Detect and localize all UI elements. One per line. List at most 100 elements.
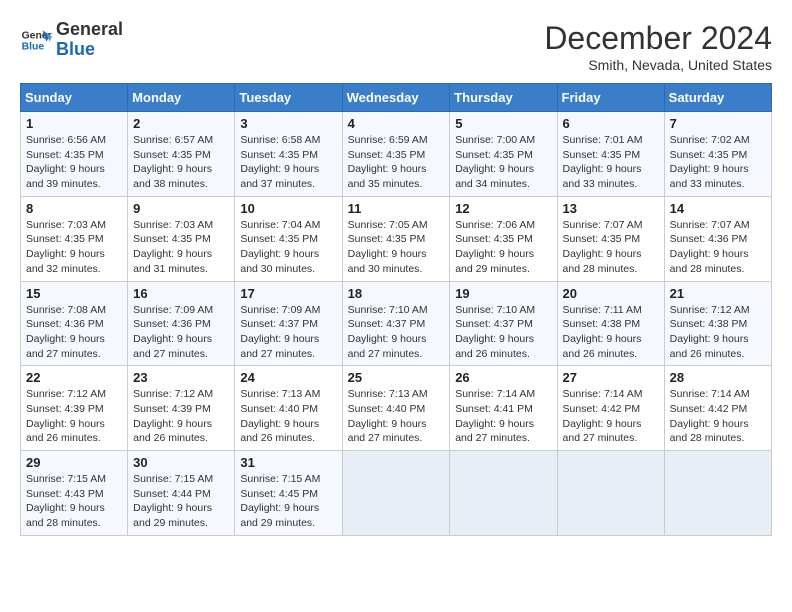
calendar-cell: 5 Sunrise: 7:00 AMSunset: 4:35 PMDayligh… <box>450 112 557 197</box>
calendar-cell: 26 Sunrise: 7:14 AMSunset: 4:41 PMDaylig… <box>450 366 557 451</box>
day-detail: Sunrise: 7:05 AMSunset: 4:35 PMDaylight:… <box>348 219 428 275</box>
calendar-cell: 23 Sunrise: 7:12 AMSunset: 4:39 PMDaylig… <box>128 366 235 451</box>
day-detail: Sunrise: 7:12 AMSunset: 4:39 PMDaylight:… <box>26 388 106 444</box>
day-detail: Sunrise: 7:01 AMSunset: 4:35 PMDaylight:… <box>563 134 643 190</box>
calendar-cell: 14 Sunrise: 7:07 AMSunset: 4:36 PMDaylig… <box>664 196 771 281</box>
day-detail: Sunrise: 7:07 AMSunset: 4:35 PMDaylight:… <box>563 219 643 275</box>
day-detail: Sunrise: 7:00 AMSunset: 4:35 PMDaylight:… <box>455 134 535 190</box>
svg-text:Blue: Blue <box>22 41 45 52</box>
day-detail: Sunrise: 6:58 AMSunset: 4:35 PMDaylight:… <box>240 134 320 190</box>
calendar-cell: 4 Sunrise: 6:59 AMSunset: 4:35 PMDayligh… <box>342 112 450 197</box>
calendar-cell: 17 Sunrise: 7:09 AMSunset: 4:37 PMDaylig… <box>235 281 342 366</box>
day-number: 4 <box>348 116 445 131</box>
day-number: 7 <box>670 116 766 131</box>
calendar-cell: 9 Sunrise: 7:03 AMSunset: 4:35 PMDayligh… <box>128 196 235 281</box>
day-detail: Sunrise: 7:14 AMSunset: 4:42 PMDaylight:… <box>670 388 750 444</box>
calendar-cell: 28 Sunrise: 7:14 AMSunset: 4:42 PMDaylig… <box>664 366 771 451</box>
calendar-cell: 24 Sunrise: 7:13 AMSunset: 4:40 PMDaylig… <box>235 366 342 451</box>
day-number: 26 <box>455 370 551 385</box>
calendar-cell: 22 Sunrise: 7:12 AMSunset: 4:39 PMDaylig… <box>21 366 128 451</box>
calendar-cell: 10 Sunrise: 7:04 AMSunset: 4:35 PMDaylig… <box>235 196 342 281</box>
day-number: 8 <box>26 201 122 216</box>
calendar-cell: 11 Sunrise: 7:05 AMSunset: 4:35 PMDaylig… <box>342 196 450 281</box>
day-detail: Sunrise: 7:09 AMSunset: 4:36 PMDaylight:… <box>133 304 213 360</box>
day-number: 1 <box>26 116 122 131</box>
logo-line2: Blue <box>56 40 123 60</box>
day-detail: Sunrise: 7:06 AMSunset: 4:35 PMDaylight:… <box>455 219 535 275</box>
calendar-cell: 27 Sunrise: 7:14 AMSunset: 4:42 PMDaylig… <box>557 366 664 451</box>
calendar-cell: 29 Sunrise: 7:15 AMSunset: 4:43 PMDaylig… <box>21 451 128 536</box>
calendar-cell: 18 Sunrise: 7:10 AMSunset: 4:37 PMDaylig… <box>342 281 450 366</box>
day-number: 25 <box>348 370 445 385</box>
logo-icon: General Blue <box>20 24 52 56</box>
day-number: 15 <box>26 286 122 301</box>
column-header-thursday: Thursday <box>450 84 557 112</box>
day-detail: Sunrise: 7:11 AMSunset: 4:38 PMDaylight:… <box>563 304 642 360</box>
day-detail: Sunrise: 7:08 AMSunset: 4:36 PMDaylight:… <box>26 304 106 360</box>
day-number: 9 <box>133 201 229 216</box>
day-number: 17 <box>240 286 336 301</box>
month-title: December 2024 <box>544 20 772 57</box>
day-detail: Sunrise: 7:07 AMSunset: 4:36 PMDaylight:… <box>670 219 750 275</box>
calendar-cell <box>342 451 450 536</box>
day-detail: Sunrise: 7:15 AMSunset: 4:44 PMDaylight:… <box>133 473 213 529</box>
day-detail: Sunrise: 7:14 AMSunset: 4:41 PMDaylight:… <box>455 388 535 444</box>
calendar-cell: 13 Sunrise: 7:07 AMSunset: 4:35 PMDaylig… <box>557 196 664 281</box>
calendar-cell: 25 Sunrise: 7:13 AMSunset: 4:40 PMDaylig… <box>342 366 450 451</box>
page-header: General Blue General Blue December 2024 … <box>20 20 772 73</box>
column-header-monday: Monday <box>128 84 235 112</box>
day-number: 29 <box>26 455 122 470</box>
day-number: 2 <box>133 116 229 131</box>
day-number: 20 <box>563 286 659 301</box>
day-number: 21 <box>670 286 766 301</box>
column-header-tuesday: Tuesday <box>235 84 342 112</box>
calendar-cell: 19 Sunrise: 7:10 AMSunset: 4:37 PMDaylig… <box>450 281 557 366</box>
day-detail: Sunrise: 7:12 AMSunset: 4:39 PMDaylight:… <box>133 388 213 444</box>
day-detail: Sunrise: 7:04 AMSunset: 4:35 PMDaylight:… <box>240 219 320 275</box>
day-detail: Sunrise: 7:10 AMSunset: 4:37 PMDaylight:… <box>348 304 428 360</box>
column-header-sunday: Sunday <box>21 84 128 112</box>
day-number: 27 <box>563 370 659 385</box>
column-header-friday: Friday <box>557 84 664 112</box>
day-number: 14 <box>670 201 766 216</box>
day-detail: Sunrise: 7:12 AMSunset: 4:38 PMDaylight:… <box>670 304 750 360</box>
logo-text: General Blue <box>56 20 123 60</box>
calendar-header-row: SundayMondayTuesdayWednesdayThursdayFrid… <box>21 84 772 112</box>
day-number: 31 <box>240 455 336 470</box>
day-detail: Sunrise: 7:03 AMSunset: 4:35 PMDaylight:… <box>133 219 213 275</box>
day-number: 18 <box>348 286 445 301</box>
calendar-cell: 7 Sunrise: 7:02 AMSunset: 4:35 PMDayligh… <box>664 112 771 197</box>
day-number: 24 <box>240 370 336 385</box>
calendar-cell: 30 Sunrise: 7:15 AMSunset: 4:44 PMDaylig… <box>128 451 235 536</box>
day-detail: Sunrise: 7:13 AMSunset: 4:40 PMDaylight:… <box>348 388 428 444</box>
day-detail: Sunrise: 7:14 AMSunset: 4:42 PMDaylight:… <box>563 388 643 444</box>
column-header-wednesday: Wednesday <box>342 84 450 112</box>
calendar-table: SundayMondayTuesdayWednesdayThursdayFrid… <box>20 83 772 536</box>
day-detail: Sunrise: 7:02 AMSunset: 4:35 PMDaylight:… <box>670 134 750 190</box>
day-number: 3 <box>240 116 336 131</box>
calendar-cell <box>450 451 557 536</box>
title-area: December 2024 Smith, Nevada, United Stat… <box>544 20 772 73</box>
calendar-cell: 8 Sunrise: 7:03 AMSunset: 4:35 PMDayligh… <box>21 196 128 281</box>
calendar-cell: 21 Sunrise: 7:12 AMSunset: 4:38 PMDaylig… <box>664 281 771 366</box>
day-number: 23 <box>133 370 229 385</box>
location-subtitle: Smith, Nevada, United States <box>544 57 772 73</box>
calendar-cell: 6 Sunrise: 7:01 AMSunset: 4:35 PMDayligh… <box>557 112 664 197</box>
day-number: 11 <box>348 201 445 216</box>
day-detail: Sunrise: 6:57 AMSunset: 4:35 PMDaylight:… <box>133 134 213 190</box>
calendar-cell: 1 Sunrise: 6:56 AMSunset: 4:35 PMDayligh… <box>21 112 128 197</box>
day-number: 22 <box>26 370 122 385</box>
day-number: 13 <box>563 201 659 216</box>
calendar-cell: 2 Sunrise: 6:57 AMSunset: 4:35 PMDayligh… <box>128 112 235 197</box>
day-number: 12 <box>455 201 551 216</box>
day-detail: Sunrise: 7:09 AMSunset: 4:37 PMDaylight:… <box>240 304 320 360</box>
day-detail: Sunrise: 6:59 AMSunset: 4:35 PMDaylight:… <box>348 134 428 190</box>
calendar-cell: 12 Sunrise: 7:06 AMSunset: 4:35 PMDaylig… <box>450 196 557 281</box>
day-number: 6 <box>563 116 659 131</box>
day-number: 5 <box>455 116 551 131</box>
calendar-cell: 3 Sunrise: 6:58 AMSunset: 4:35 PMDayligh… <box>235 112 342 197</box>
day-number: 19 <box>455 286 551 301</box>
day-detail: Sunrise: 7:10 AMSunset: 4:37 PMDaylight:… <box>455 304 535 360</box>
day-detail: Sunrise: 6:56 AMSunset: 4:35 PMDaylight:… <box>26 134 106 190</box>
day-detail: Sunrise: 7:13 AMSunset: 4:40 PMDaylight:… <box>240 388 320 444</box>
